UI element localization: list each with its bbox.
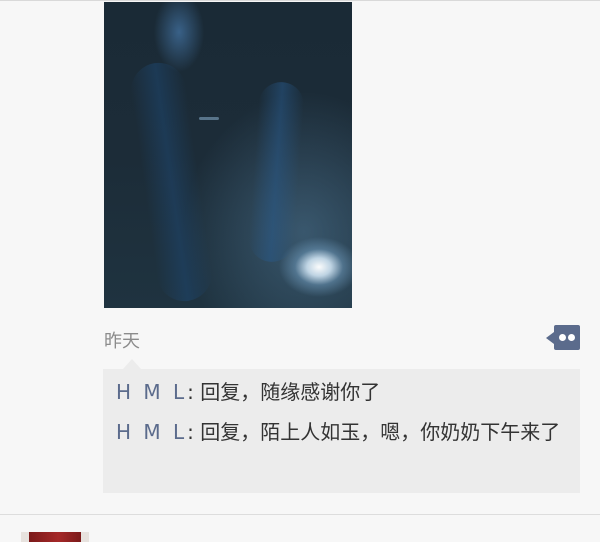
comment-separator: : [187,380,201,404]
comment-icon-dot [559,334,566,341]
comment-text: 回复，随缘感谢你了 [200,380,381,404]
comment-separator: : [187,420,201,444]
photo-shadow-right [247,80,306,264]
next-post-avatar[interactable] [21,532,89,542]
comments-section: H M L: 回复，随缘感谢你了 H M L: 回复，陌上人如玉，嗯，你奶奶下午… [103,359,580,493]
comment-author[interactable]: H M L [116,420,187,444]
comment-item[interactable]: H M L: 回复，随缘感谢你了 [116,376,576,409]
comment-text: 回复，陌上人如玉，嗯，你奶奶下午来了 [200,420,561,444]
comments-pointer [123,359,141,369]
comment-icon-tip [546,332,554,344]
post-timestamp: 昨天 [104,331,140,352]
photo-shadow-left [127,59,216,305]
comment-item[interactable]: H M L: 回复，陌上人如玉，嗯，你奶奶下午来了 [116,416,576,449]
comment-icon-dot [568,334,575,341]
comment-icon [554,325,580,350]
post-photo[interactable] [104,2,352,308]
comment-button[interactable] [546,325,580,350]
top-divider [0,0,600,1]
post-divider [0,514,600,515]
comment-author[interactable]: H M L [116,380,187,404]
photo-streak [199,117,219,120]
